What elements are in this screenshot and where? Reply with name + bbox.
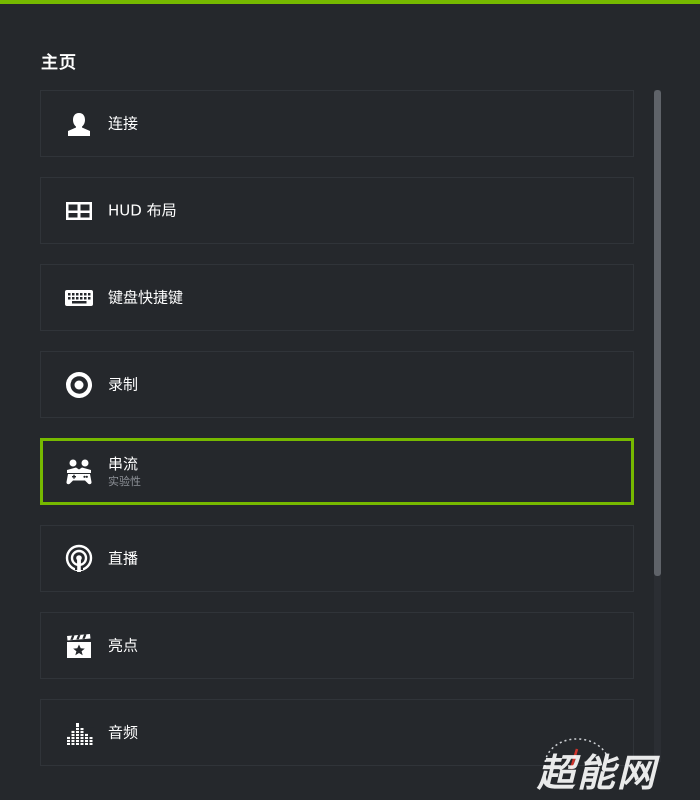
menu-item-label: 亮点 [108, 636, 139, 654]
menu-item-label: HUD 布局 [108, 201, 177, 219]
broadcast-icon [64, 544, 94, 574]
menu-item-gamestream[interactable]: 串流 实验性 [40, 438, 634, 505]
menu-item-audio[interactable]: 音频 [40, 699, 634, 766]
menu-item-hud-layout[interactable]: HUD 布局 [40, 177, 634, 244]
audio-equalizer-icon [64, 718, 94, 748]
menu-list: 连接 HUD 布局 键盘快捷键 录制 串流 实验性 直播 亮点 音频 [40, 90, 634, 786]
highlights-icon [64, 631, 94, 661]
menu-item-keyboard-shortcuts[interactable]: 键盘快捷键 [40, 264, 634, 331]
menu-item-label: 串流 [108, 454, 139, 473]
menu-item-highlights[interactable]: 亮点 [40, 612, 634, 679]
menu-item-label: 音频 [108, 723, 139, 741]
keyboard-icon [64, 283, 94, 313]
menu-item-label: 键盘快捷键 [108, 288, 184, 306]
gamestream-icon [64, 457, 94, 487]
menu-item-broadcast[interactable]: 直播 [40, 525, 634, 592]
top-accent-bar [0, 0, 700, 4]
person-icon [64, 109, 94, 139]
menu-item-label: 直播 [108, 549, 139, 567]
app-window: 主页 连接 HUD 布局 键盘快捷键 录制 串流 实验性 直播 亮点 音频 超能… [0, 0, 700, 800]
menu-item-connect[interactable]: 连接 [40, 90, 634, 157]
record-icon [64, 370, 94, 400]
hud-layout-icon [64, 196, 94, 226]
scrollbar-thumb[interactable] [654, 90, 661, 576]
page-title: 主页 [41, 53, 77, 73]
menu-item-label: 连接 [108, 114, 139, 132]
menu-item-label: 录制 [108, 375, 139, 393]
menu-item-recording[interactable]: 录制 [40, 351, 634, 418]
menu-item-sublabel: 实验性 [108, 474, 141, 488]
